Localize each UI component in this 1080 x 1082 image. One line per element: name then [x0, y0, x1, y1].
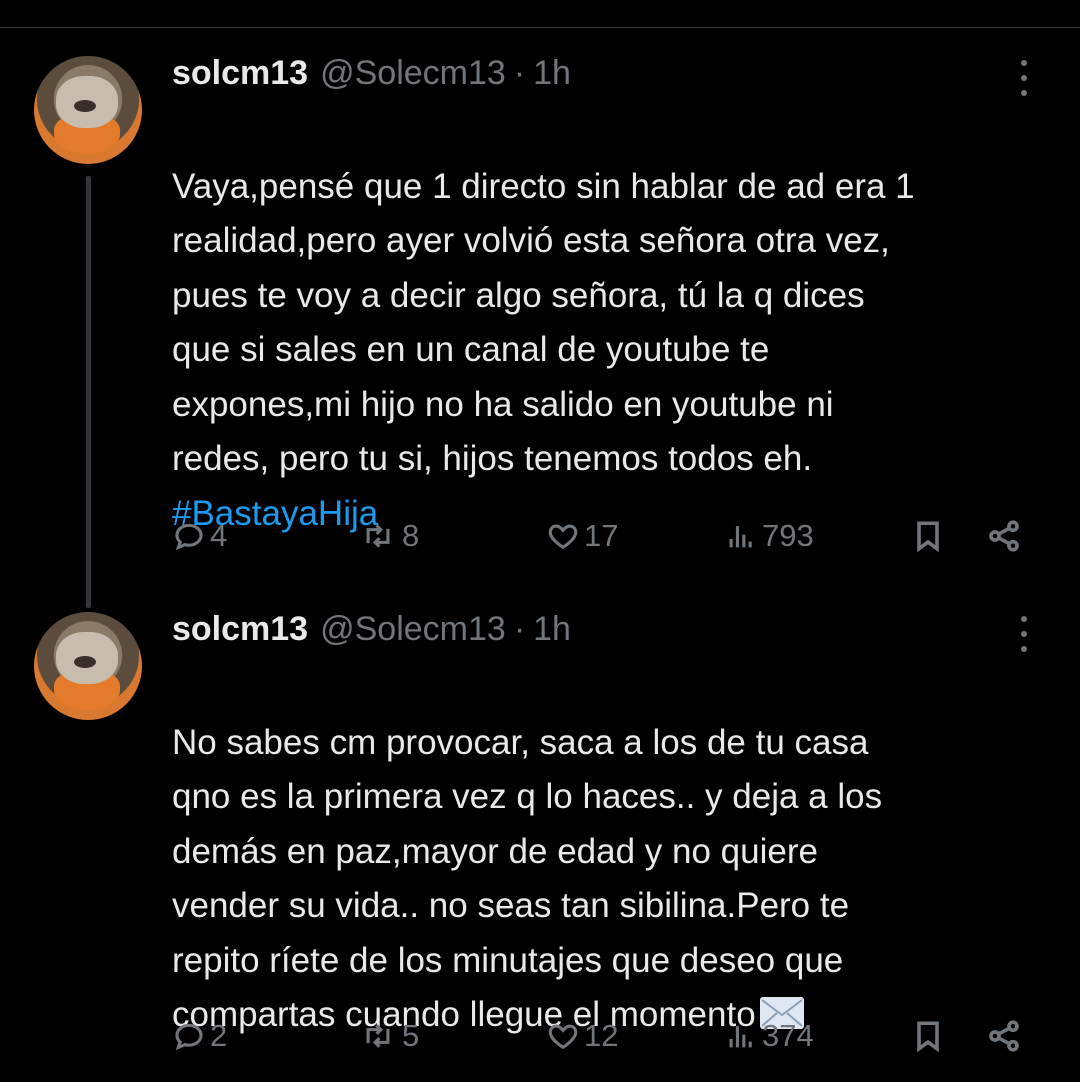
tweet-actions: 2 5 12 374 — [172, 1014, 1032, 1058]
tweet-header: solcm13 @Solecm13 · 1h — [172, 610, 571, 649]
tweet[interactable]: solcm13 @Solecm13 · 1h No sabes cm provo… — [0, 600, 1080, 1082]
like-button[interactable]: 12 — [546, 1014, 618, 1058]
tweet-text-content: No sabes cm provocar, saca a los de tu c… — [172, 722, 883, 1035]
views-icon — [729, 1026, 752, 1048]
like-count: 12 — [584, 1018, 619, 1053]
more-icon[interactable] — [1014, 60, 1034, 96]
handle[interactable]: @Solecm13 — [320, 54, 506, 93]
more-icon[interactable] — [1014, 616, 1034, 652]
timestamp[interactable]: 1h — [533, 54, 571, 93]
views-icon — [729, 526, 752, 548]
repost-icon — [366, 1024, 390, 1048]
tweet-actions: 4 8 17 793 — [172, 514, 1032, 558]
tweet-header: solcm13 @Solecm13 · 1h — [172, 54, 571, 93]
reply-button[interactable]: 4 — [172, 514, 227, 558]
bookmark-button[interactable] — [910, 1014, 946, 1058]
reply-button[interactable]: 2 — [172, 1014, 227, 1058]
views-button[interactable]: 793 — [724, 514, 814, 558]
heart-icon — [548, 1024, 578, 1050]
views-button[interactable]: 374 — [724, 1014, 814, 1058]
share-button[interactable] — [986, 1014, 1022, 1058]
tweet-text: No sabes cm provocar, saca a los de tu c… — [172, 661, 1052, 1043]
reply-count: 2 — [210, 1018, 228, 1053]
thread-line — [86, 176, 91, 608]
repost-button[interactable]: 5 — [358, 1014, 419, 1058]
avatar[interactable] — [34, 612, 142, 720]
avatar[interactable] — [34, 56, 142, 164]
bookmark-icon — [917, 521, 939, 553]
repost-count: 8 — [402, 518, 420, 553]
share-icon — [989, 1020, 1019, 1052]
tweet-text-content: Vaya,pensé que 1 directo sin hablar de a… — [172, 166, 915, 479]
reply-count: 4 — [210, 518, 228, 553]
like-button[interactable]: 17 — [546, 514, 618, 558]
heart-icon — [548, 524, 578, 550]
separator: · — [513, 610, 526, 648]
reply-icon — [175, 1023, 203, 1051]
share-icon — [989, 520, 1019, 552]
repost-button[interactable]: 8 — [358, 514, 419, 558]
separator: · — [513, 54, 526, 92]
repost-icon — [366, 524, 390, 548]
bookmark-icon — [917, 1021, 939, 1053]
view-count: 793 — [762, 518, 814, 553]
display-name[interactable]: solcm13 — [172, 610, 308, 649]
share-button[interactable] — [986, 514, 1022, 558]
handle[interactable]: @Solecm13 — [320, 610, 506, 649]
bookmark-button[interactable] — [910, 514, 946, 558]
display-name[interactable]: solcm13 — [172, 54, 308, 93]
view-count: 374 — [762, 1018, 814, 1053]
like-count: 17 — [584, 518, 619, 553]
repost-count: 5 — [402, 1018, 420, 1053]
reply-icon — [175, 523, 203, 551]
tweet[interactable]: solcm13 @Solecm13 · 1h Vaya,pensé que 1 … — [0, 0, 1080, 608]
timestamp[interactable]: 1h — [533, 610, 571, 649]
